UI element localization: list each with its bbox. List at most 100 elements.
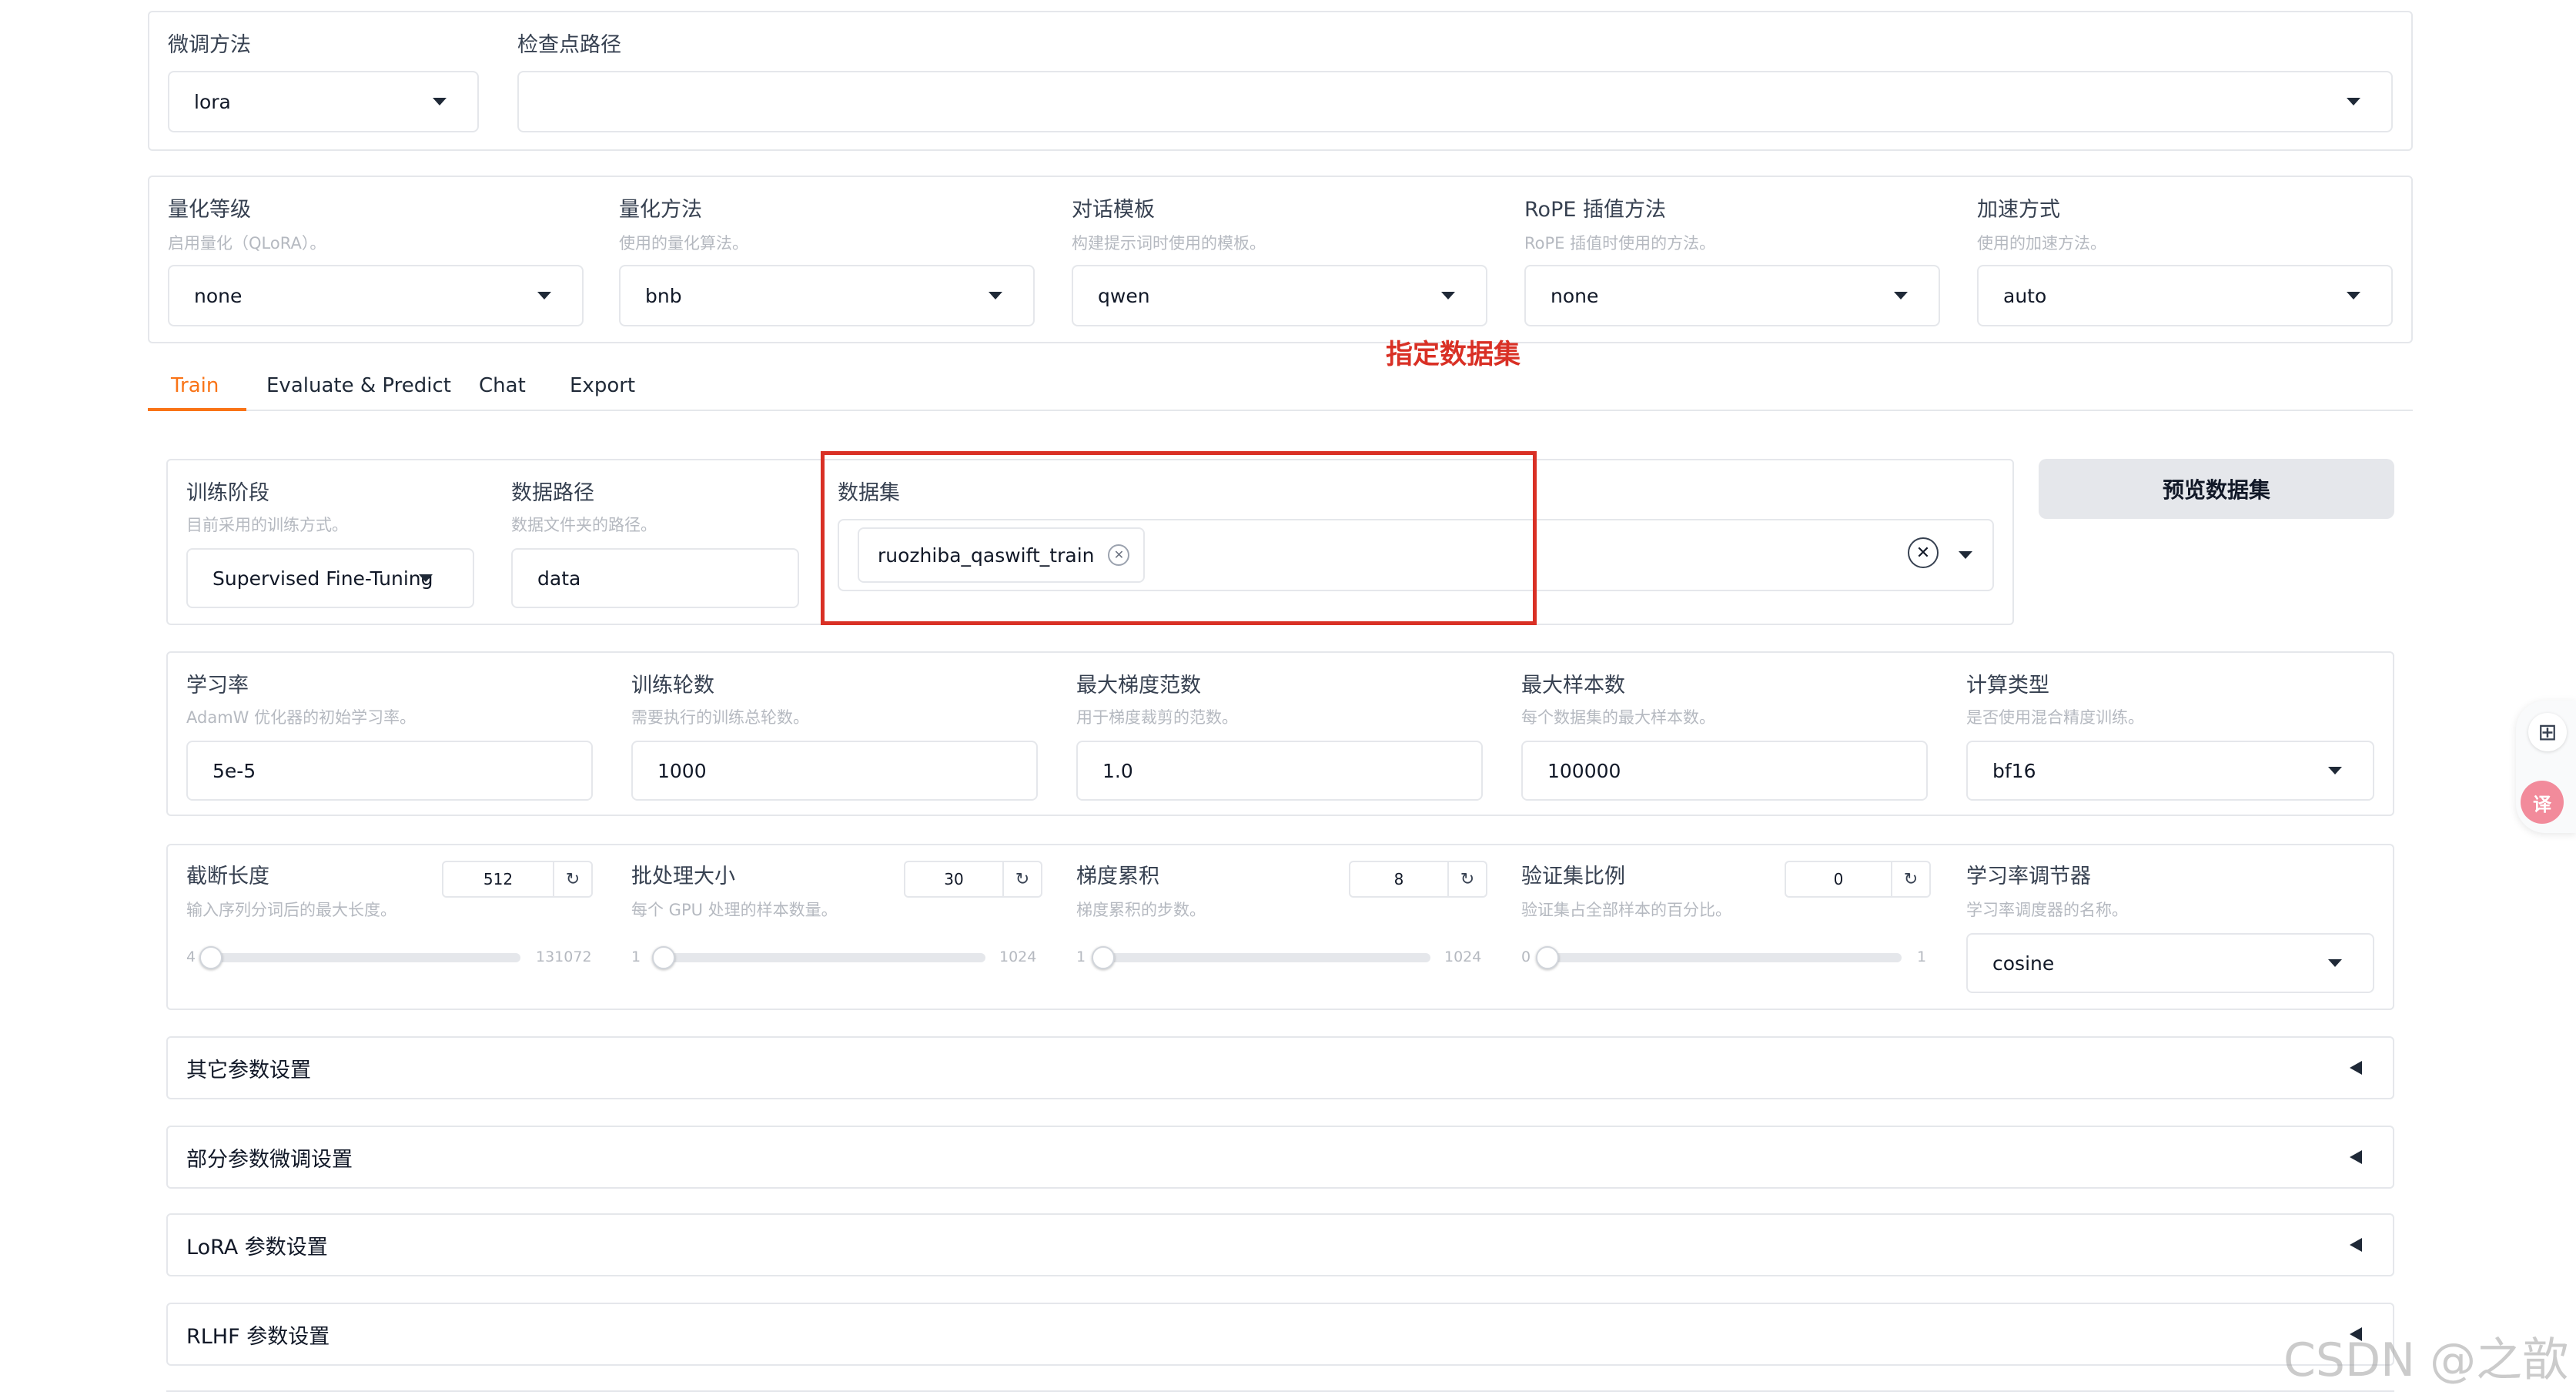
batch-size-label: 批处理大小	[631, 865, 735, 888]
max-grad-norm-value: 1.0	[1102, 759, 1133, 782]
accordion-rlhf-settings-title: RLHF 参数设置	[186, 1324, 330, 1349]
quant-bit-label: 量化等级	[168, 198, 251, 222]
val-size-max: 1	[1917, 948, 1927, 965]
max-grad-norm-info: 用于梯度裁剪的范数。	[1076, 708, 1238, 727]
tab-chat[interactable]: Chat	[479, 374, 526, 397]
tab-train[interactable]: Train	[171, 374, 219, 397]
accordion-freeze-settings-title: 部分参数微调设置	[186, 1147, 353, 1172]
grad-accum-number[interactable]: 8 ↻	[1349, 861, 1487, 898]
max-samples-input[interactable]: 100000	[1521, 741, 1928, 801]
template-info: 构建提示词时使用的模板。	[1072, 234, 1266, 253]
cutoff-len-number[interactable]: 512 ↻	[442, 861, 593, 898]
collapse-arrow-icon	[2350, 1238, 2362, 1252]
chevron-down-icon	[1959, 551, 1972, 559]
reset-icon[interactable]: ↻	[1447, 862, 1486, 896]
max-grad-norm-input[interactable]: 1.0	[1076, 741, 1483, 801]
slider-thumb[interactable]	[199, 946, 222, 969]
grid-apps-icon[interactable]: ⊞	[2528, 713, 2567, 751]
dataset-dir-value: data	[537, 567, 581, 590]
compute-type-label: 计算类型	[1966, 674, 2049, 698]
rope-scaling-select[interactable]: none	[1524, 265, 1940, 326]
slider-thumb[interactable]	[1092, 946, 1115, 969]
watermark-text: CSDN @之歆	[2283, 1333, 2569, 1387]
val-size-value: 0	[1833, 870, 1844, 888]
training-stage-select[interactable]: Supervised Fine-Tuning	[186, 548, 474, 608]
learning-rate-input[interactable]: 5e-5	[186, 741, 593, 801]
tab-evaluate-predict[interactable]: Evaluate & Predict	[266, 374, 451, 397]
lr-scheduler-select[interactable]: cosine	[1966, 933, 2374, 993]
cutoff-len-max: 131072	[536, 948, 592, 965]
training-stage-info: 目前采用的训练方式。	[186, 516, 348, 534]
chevron-down-icon	[2328, 959, 2342, 967]
slider-thumb[interactable]	[652, 946, 675, 969]
chevron-down-icon	[433, 98, 447, 105]
chevron-down-icon	[1894, 292, 1908, 299]
preview-dataset-button[interactable]: 预览数据集	[2039, 459, 2394, 519]
rope-scaling-label: RoPE 插值方法	[1524, 198, 1666, 222]
slider-track	[1101, 953, 1430, 962]
compute-type-info: 是否使用混合精度训练。	[1966, 708, 2144, 727]
annotation-text: 指定数据集	[1386, 340, 1521, 370]
tabs-divider	[148, 410, 2413, 411]
collapse-arrow-icon	[2350, 1150, 2362, 1164]
cutoff-len-min: 4	[186, 948, 196, 965]
chevron-down-icon	[2347, 98, 2360, 105]
batch-size-max: 1024	[999, 948, 1037, 965]
batch-size-min: 1	[631, 948, 641, 965]
accordion-rlhf-settings[interactable]: RLHF 参数设置	[166, 1303, 2394, 1366]
finetune-method-value: lora	[194, 90, 231, 113]
val-size-slider[interactable]	[1536, 946, 1902, 969]
cutoff-len-slider[interactable]	[199, 946, 520, 969]
slider-track	[209, 953, 520, 962]
chevron-down-icon	[2347, 292, 2360, 299]
batch-size-number[interactable]: 30 ↻	[904, 861, 1042, 898]
compute-type-select[interactable]: bf16	[1966, 741, 2374, 801]
epochs-input[interactable]: 1000	[631, 741, 1038, 801]
cutoff-len-label: 截断长度	[186, 865, 269, 888]
dataset-dir-info: 数据文件夹的路径。	[511, 516, 657, 534]
max-samples-value: 100000	[1547, 759, 1621, 782]
chevron-down-icon	[1441, 292, 1455, 299]
dataset-dir-input[interactable]: data	[511, 548, 799, 608]
grad-accum-label: 梯度累积	[1076, 865, 1159, 888]
accordion-lora-settings[interactable]: LoRA 参数设置	[166, 1213, 2394, 1276]
cutoff-len-info: 输入序列分词后的最大长度。	[186, 901, 396, 919]
tab-export[interactable]: Export	[570, 374, 635, 397]
quant-bit-select[interactable]: none	[168, 265, 584, 326]
slider-thumb[interactable]	[1536, 946, 1559, 969]
rope-scaling-value: none	[1551, 284, 1599, 307]
lr-scheduler-label: 学习率调节器	[1966, 865, 2091, 888]
collapse-arrow-icon	[2350, 1061, 2362, 1075]
chevron-down-icon	[989, 292, 1002, 299]
accordion-freeze-settings[interactable]: 部分参数微调设置	[166, 1126, 2394, 1189]
batch-size-info: 每个 GPU 处理的样本数量。	[631, 901, 838, 919]
translate-icon[interactable]: 译	[2521, 781, 2564, 824]
booster-select[interactable]: auto	[1977, 265, 2393, 326]
grad-accum-slider[interactable]	[1092, 946, 1430, 969]
dataset-dir-label: 数据路径	[511, 481, 594, 505]
grad-accum-value: 8	[1393, 870, 1404, 888]
rope-scaling-info: RoPE 插值时使用的方法。	[1524, 234, 1716, 253]
finetune-method-select[interactable]: lora	[168, 71, 479, 132]
quant-method-select[interactable]: bnb	[619, 265, 1035, 326]
checkpoint-path-select[interactable]	[517, 71, 2393, 132]
accordion-extra-settings-title: 其它参数设置	[186, 1058, 311, 1082]
reset-icon[interactable]: ↻	[1002, 862, 1041, 896]
slider-track	[1547, 953, 1902, 962]
clear-all-icon[interactable]: ✕	[1908, 537, 1939, 568]
quant-method-value: bnb	[645, 284, 682, 307]
reset-icon[interactable]: ↻	[1891, 862, 1929, 896]
template-select[interactable]: qwen	[1072, 265, 1487, 326]
reset-icon[interactable]: ↻	[553, 862, 591, 896]
finetune-method-label: 微调方法	[168, 33, 251, 57]
quant-method-info: 使用的量化算法。	[619, 234, 748, 253]
grad-accum-min: 1	[1076, 948, 1086, 965]
quant-method-label: 量化方法	[619, 198, 702, 222]
compute-type-value: bf16	[1992, 759, 2036, 782]
grad-accum-info: 梯度累积的步数。	[1076, 901, 1206, 919]
booster-label: 加速方式	[1977, 198, 2060, 222]
accordion-extra-settings[interactable]: 其它参数设置	[166, 1036, 2394, 1099]
val-size-number[interactable]: 0 ↻	[1785, 861, 1931, 898]
batch-size-slider[interactable]	[652, 946, 985, 969]
annotation-highlight-box	[821, 451, 1537, 625]
